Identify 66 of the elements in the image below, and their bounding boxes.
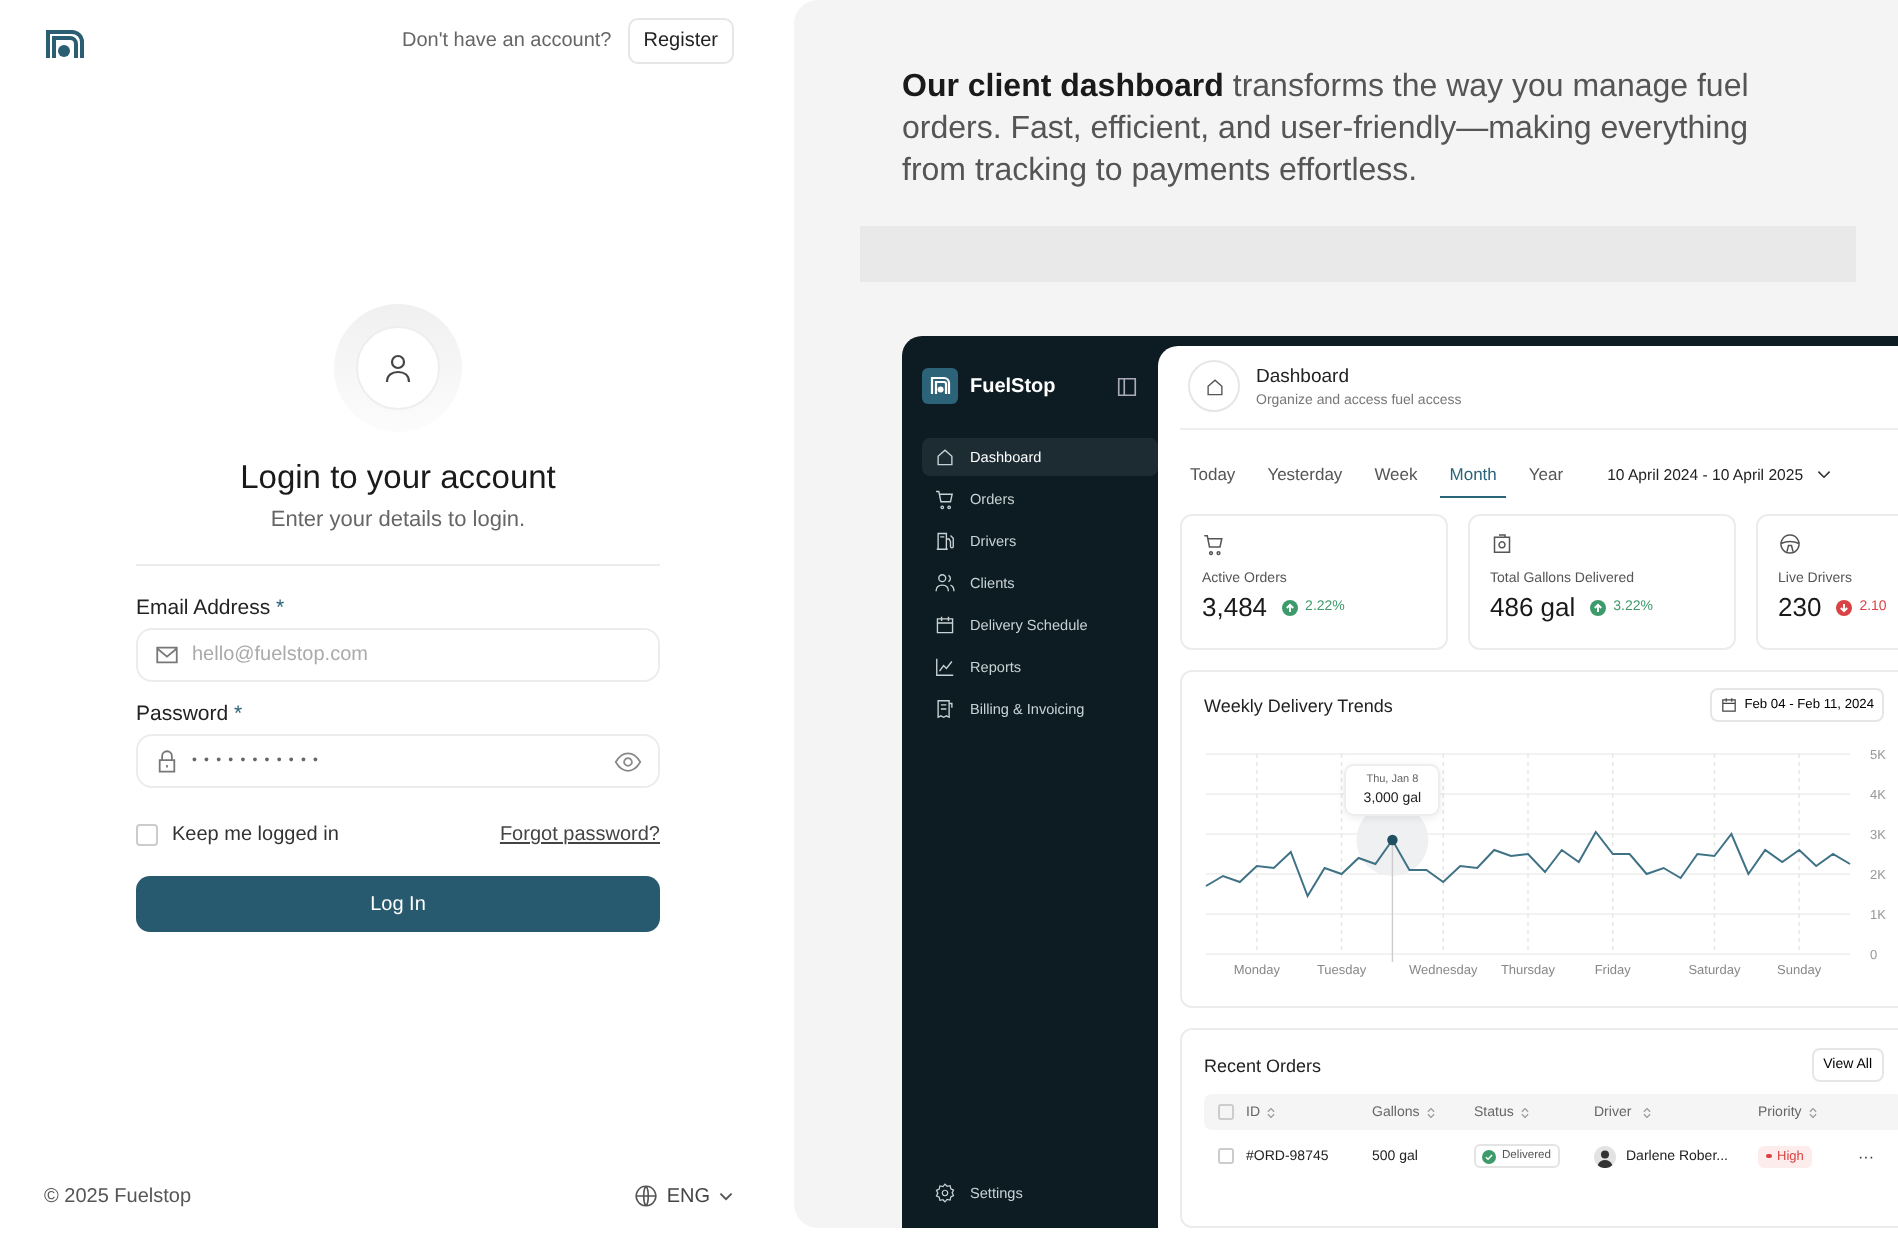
hover-line <box>1391 839 1394 963</box>
register-button[interactable]: Register <box>627 18 734 64</box>
checkbox[interactable] <box>1218 1148 1234 1164</box>
stat-value: 486 gal <box>1490 592 1576 622</box>
arrow-up-icon <box>1281 599 1298 615</box>
sort-icon <box>1519 1105 1530 1119</box>
checkbox[interactable] <box>1218 1104 1234 1120</box>
period-tab[interactable]: Yesterday <box>1257 451 1353 497</box>
arrow-up-icon <box>1589 599 1606 615</box>
login-title: Login to your account <box>238 460 558 498</box>
steering-wheel-icon <box>1778 532 1802 556</box>
sort-icon <box>1641 1105 1652 1119</box>
orders-title: Recent Orders <box>1204 1055 1322 1075</box>
copyright-text: © 2025 Fuelstop <box>44 1185 192 1207</box>
calendar-icon <box>1720 696 1739 714</box>
promo-text: Our client dashboard transforms the way you manage fuel orders. Fast, efficient, and user-friendly—making everything from tracking to payments effortless. <box>902 68 1751 192</box>
stat-value: 230 <box>1778 592 1822 622</box>
line-chart-icon <box>934 656 956 678</box>
fuel-can-icon <box>1490 532 1514 556</box>
globe-icon <box>634 1184 659 1208</box>
stat-value: 3,484 <box>1202 592 1268 622</box>
period-tab[interactable]: Today <box>1180 451 1246 497</box>
brand-name: FuelStop <box>970 375 1056 397</box>
chevron-down-icon <box>718 1188 734 1204</box>
receipt-icon <box>934 698 956 720</box>
cart-icon <box>1202 532 1226 556</box>
eye-icon[interactable] <box>614 747 642 775</box>
logo-icon <box>44 27 88 59</box>
envelope-icon <box>154 642 180 668</box>
chart-title: Weekly Delivery Trends <box>1204 695 1393 715</box>
home-icon <box>934 446 956 468</box>
sidebar-toggle-icon[interactable] <box>1116 375 1138 397</box>
checkbox[interactable] <box>136 824 158 846</box>
hover-point[interactable] <box>1387 834 1398 846</box>
period-tab[interactable]: Month <box>1439 451 1507 497</box>
users-icon <box>934 572 956 594</box>
login-subtitle: Enter your details to login. <box>268 508 528 532</box>
home-icon <box>1203 375 1225 397</box>
sort-icon <box>1807 1105 1818 1119</box>
period-tab[interactable]: Year <box>1518 451 1574 497</box>
field-label: Email Address <box>136 596 271 620</box>
cart-icon <box>934 488 956 510</box>
forgot-password-link[interactable]: Forgot password? <box>499 824 660 846</box>
settings-icon <box>934 1182 956 1204</box>
check-circle-icon <box>1482 1149 1496 1163</box>
calendar-icon <box>934 614 956 636</box>
period-tab[interactable]: Week <box>1364 451 1428 497</box>
avatar-icon <box>1594 1145 1616 1167</box>
chevron-down-icon <box>1815 466 1832 482</box>
register-prompt: Don't have an account? <box>401 30 612 52</box>
sort-icon <box>1266 1105 1276 1119</box>
input-field[interactable]: hello@fuelstop.com <box>136 628 660 682</box>
required-mark: * <box>276 596 285 620</box>
language-selector[interactable]: ENG <box>634 1184 734 1208</box>
required-mark: * <box>234 702 243 726</box>
remember-label: Keep me logged in <box>172 824 339 846</box>
logo-icon <box>922 368 958 404</box>
login-button[interactable]: Log In <box>136 876 660 932</box>
arrow-down-icon <box>1835 599 1852 615</box>
sort-icon <box>1425 1105 1436 1119</box>
user-icon <box>382 352 414 384</box>
field-label: Password <box>136 702 229 726</box>
fuel-pump-icon <box>934 530 956 552</box>
lock-icon <box>154 748 180 774</box>
more-options-button[interactable]: ··· <box>1858 1147 1874 1165</box>
page-title: Dashboard <box>1256 365 1351 387</box>
